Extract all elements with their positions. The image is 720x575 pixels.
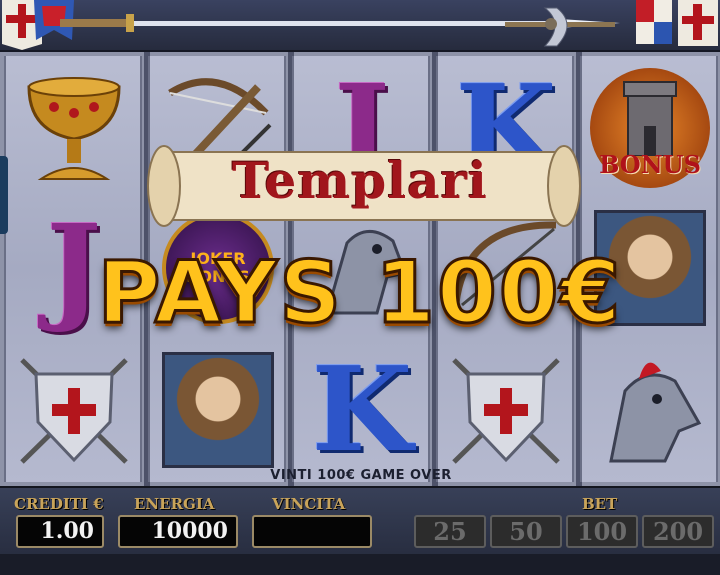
bet-label: BET — [582, 495, 618, 513]
reel-5-row-1: BONUS — [586, 62, 714, 194]
letter-k-symbol: K — [311, 342, 413, 478]
energy-label: ENERGIA — [134, 495, 215, 513]
status-message: VINTI 100€ GAME OVER — [270, 468, 452, 483]
templar-flag-icon — [678, 0, 718, 46]
reel-2-row-3 — [154, 344, 282, 476]
shield-icon — [452, 358, 560, 464]
knight-portrait-icon — [162, 352, 274, 468]
tower-bonus-symbol: BONUS — [590, 68, 710, 188]
payline-indicator-left — [0, 156, 8, 234]
bonus-label: BONUS — [599, 150, 701, 179]
reel-1-row-1 — [10, 62, 138, 194]
bet-25-button[interactable]: 25 — [414, 515, 486, 548]
halberd-icon — [505, 7, 615, 47]
bet-200-button[interactable]: 200 — [642, 515, 714, 548]
top-banner — [0, 0, 720, 52]
energy-value: 10000 — [118, 515, 238, 548]
tower-icon — [623, 81, 677, 156]
win-label: VINCITA — [272, 495, 346, 513]
control-panel: CREDITI € 1.00 ENERGIA 10000 VINCITA BET… — [0, 486, 720, 575]
panel-base — [0, 554, 720, 575]
armored-horse-icon — [609, 362, 702, 463]
bet-50-button[interactable]: 50 — [490, 515, 562, 548]
reel-4-row-3 — [442, 344, 570, 476]
credits-value: 1.00 — [16, 515, 104, 548]
reel-1-row-3 — [10, 344, 138, 476]
win-value — [252, 515, 372, 548]
win-banner: PAYS 100€ — [96, 242, 623, 345]
bet-100-button[interactable]: 100 — [566, 515, 638, 548]
game-title: Templari — [232, 151, 488, 210]
heraldic-flag-icon — [636, 0, 672, 44]
grail-icon — [27, 77, 121, 180]
credits-label: CREDITI € — [14, 495, 104, 513]
shield-icon — [20, 358, 128, 464]
reel-3-row-3: K — [298, 344, 426, 476]
reel-5-row-3 — [586, 344, 714, 476]
